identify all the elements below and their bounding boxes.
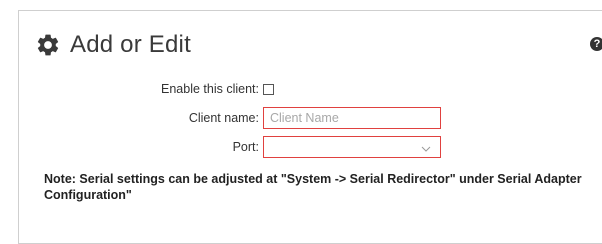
gear-icon <box>35 32 61 58</box>
port-label: Port: <box>232 140 259 154</box>
client-name-label: Client name: <box>188 111 259 125</box>
client-name-input[interactable] <box>263 107 441 129</box>
panel-title: Add or Edit <box>70 31 191 58</box>
help-icon[interactable]: ? <box>590 37 602 51</box>
enable-client-row: Enable this client: <box>19 82 274 96</box>
enable-client-checkbox[interactable] <box>263 83 274 95</box>
port-row: Port: <box>19 136 441 158</box>
panel-header: Add or Edit <box>35 31 191 59</box>
port-select[interactable] <box>263 136 441 158</box>
add-edit-panel: Add or Edit ? Enable this client: Client… <box>18 10 602 244</box>
chevron-down-icon <box>421 141 431 152</box>
serial-settings-note: Note: Serial settings can be adjusted at… <box>44 172 582 202</box>
enable-client-label: Enable this client: <box>161 82 259 96</box>
client-name-row: Client name: <box>19 107 441 129</box>
